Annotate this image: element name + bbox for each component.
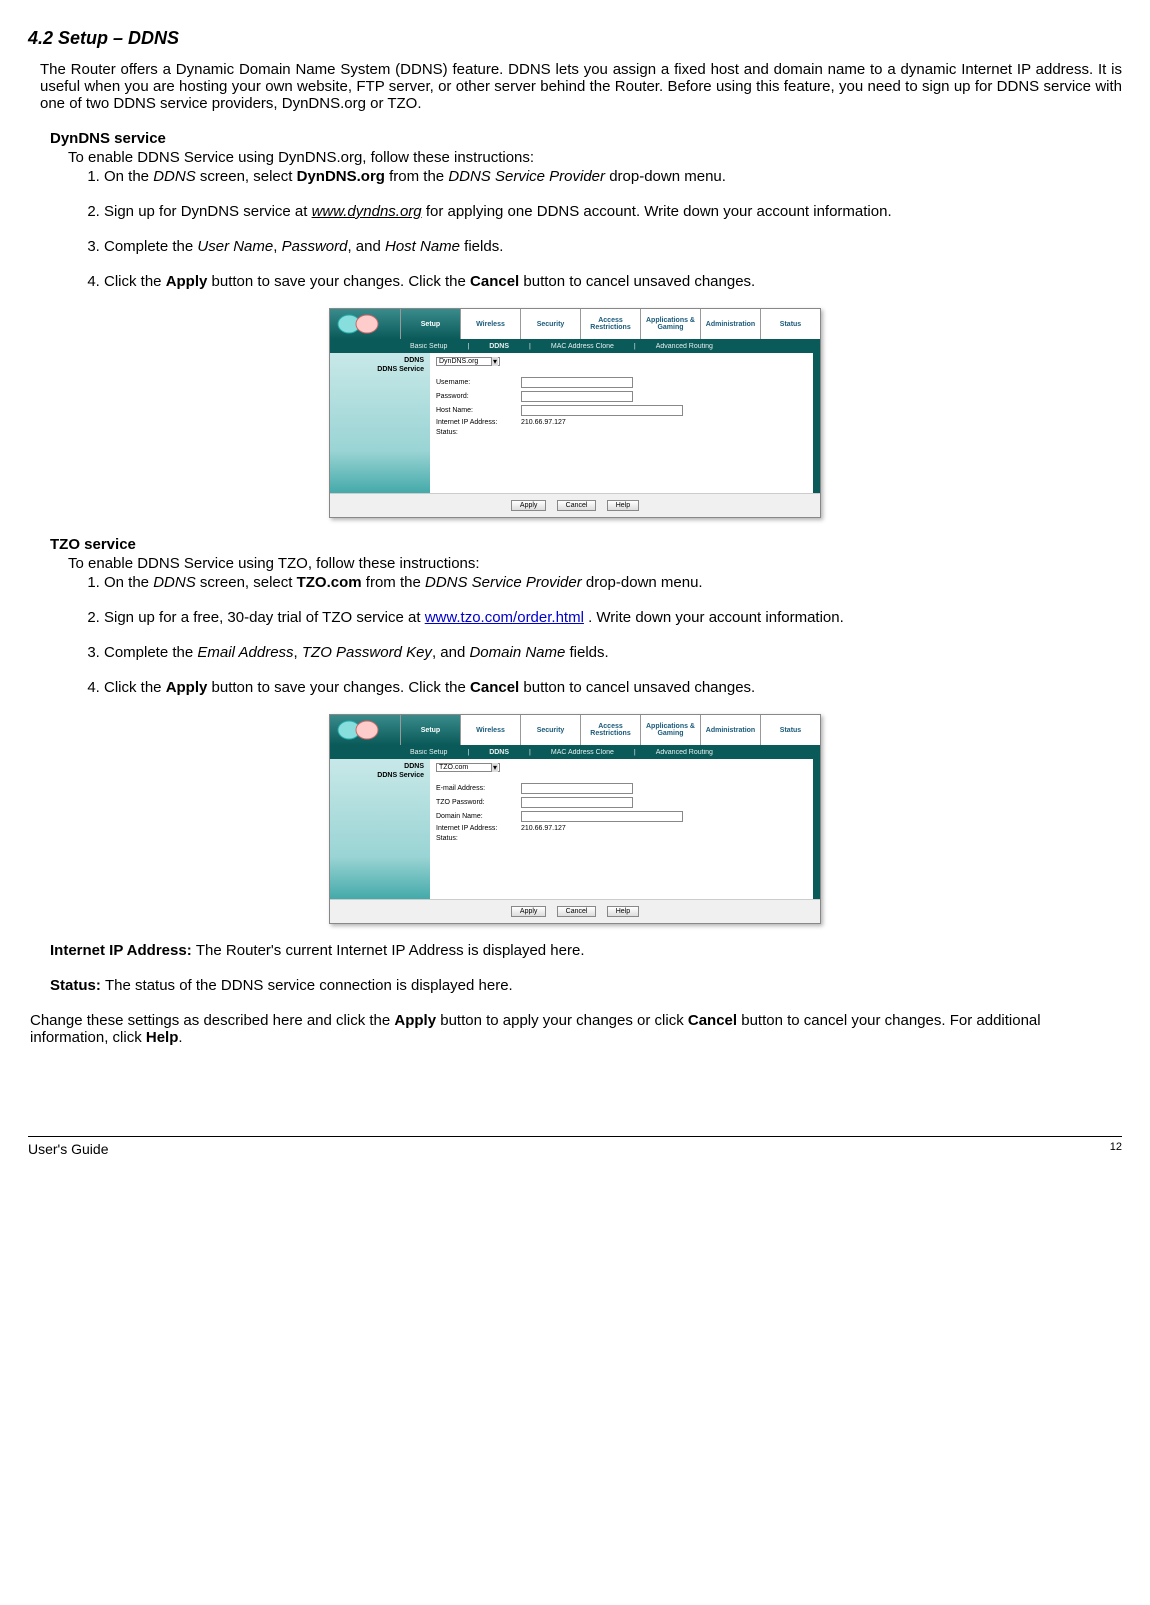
tabs: Setup Wireless Security Access Restricti… — [400, 309, 820, 339]
value-ip: 210.66.97.127 — [521, 825, 566, 832]
help-button[interactable]: Help — [607, 500, 639, 511]
tab-security[interactable]: Security — [520, 309, 580, 339]
cancel-button[interactable]: Cancel — [557, 906, 597, 917]
subnav-ddns[interactable]: DDNS — [489, 749, 509, 756]
screenshot-dyndns: Setup Wireless Security Access Restricti… — [329, 308, 821, 518]
input-password[interactable] — [521, 391, 633, 402]
subnav-mac[interactable]: MAC Address Clone — [551, 343, 614, 350]
dyndns-link[interactable]: www.dyndns.org — [312, 203, 422, 220]
side-header: DDNS — [332, 357, 424, 364]
side-label: DDNS Service — [332, 772, 424, 779]
input-hostname[interactable] — [521, 405, 683, 416]
tab-admin[interactable]: Administration — [700, 309, 760, 339]
screenshot-tzo: Setup Wireless Security Access Restricti… — [329, 714, 821, 924]
ddns-service-select[interactable]: DynDNS.org — [436, 357, 500, 366]
tab-wireless[interactable]: Wireless — [460, 715, 520, 745]
tzo-step-1: On the DDNS screen, select TZO.com from … — [104, 574, 1122, 591]
subnav-basic[interactable]: Basic Setup — [410, 343, 447, 350]
help-button[interactable]: Help — [607, 906, 639, 917]
dyndns-steps: On the DDNS screen, select DynDNS.org fr… — [88, 168, 1122, 290]
side-label: DDNS Service — [332, 366, 424, 373]
tzo-step-3: Complete the Email Address, TZO Password… — [104, 644, 1122, 661]
tzo-link[interactable]: www.tzo.com/order.html — [425, 609, 584, 626]
tab-status[interactable]: Status — [760, 309, 820, 339]
subnav: Basic Setup | DDNS | MAC Address Clone |… — [330, 745, 820, 759]
tab-apps[interactable]: Applications & Gaming — [640, 715, 700, 745]
label-tzo-password: TZO Password: — [436, 799, 511, 806]
label-username: Username: — [436, 379, 511, 386]
tab-setup[interactable]: Setup — [400, 715, 460, 745]
logo-icon — [334, 311, 384, 337]
label-email: E-mail Address: — [436, 785, 511, 792]
cancel-button[interactable]: Cancel — [557, 500, 597, 511]
tab-security[interactable]: Security — [520, 715, 580, 745]
side-header: DDNS — [332, 763, 424, 770]
tab-access[interactable]: Access Restrictions — [580, 715, 640, 745]
change-settings-para: Change these settings as described here … — [30, 1012, 1122, 1046]
subnav-routing[interactable]: Advanced Routing — [656, 343, 713, 350]
input-username[interactable] — [521, 377, 633, 388]
label-ip: Internet IP Address: — [436, 825, 511, 832]
tab-status[interactable]: Status — [760, 715, 820, 745]
dyndns-step-2: Sign up for DynDNS service at www.dyndns… — [104, 203, 1122, 220]
label-domain: Domain Name: — [436, 813, 511, 820]
tzo-instructions: To enable DDNS Service using TZO, follow… — [68, 555, 1122, 572]
tabs: Setup Wireless Security Access Restricti… — [400, 715, 820, 745]
page-number: 12 — [1110, 1141, 1122, 1157]
label-ip: Internet IP Address: — [436, 419, 511, 426]
intro-paragraph: The Router offers a Dynamic Domain Name … — [40, 61, 1122, 112]
tab-wireless[interactable]: Wireless — [460, 309, 520, 339]
tzo-steps: On the DDNS screen, select TZO.com from … — [88, 574, 1122, 696]
dyndns-instructions: To enable DDNS Service using DynDNS.org,… — [68, 149, 1122, 166]
apply-button[interactable]: Apply — [511, 500, 547, 511]
subnav: Basic Setup | DDNS | MAC Address Clone |… — [330, 339, 820, 353]
label-status: Status: — [436, 429, 511, 436]
status-desc: Status: The status of the DDNS service c… — [50, 977, 1122, 994]
footer: User's Guide 12 — [28, 1136, 1122, 1157]
value-ip: 210.66.97.127 — [521, 419, 566, 426]
footer-left: User's Guide — [28, 1141, 108, 1157]
label-hostname: Host Name: — [436, 407, 511, 414]
ddns-service-select[interactable]: TZO.com — [436, 763, 500, 772]
logo-icon — [334, 717, 384, 743]
dyndns-step-4: Click the Apply button to save your chan… — [104, 273, 1122, 290]
internet-ip-desc: Internet IP Address: The Router's curren… — [50, 942, 1122, 959]
subnav-ddns[interactable]: DDNS — [489, 343, 509, 350]
label-status: Status: — [436, 835, 511, 842]
tab-admin[interactable]: Administration — [700, 715, 760, 745]
tab-access[interactable]: Access Restrictions — [580, 309, 640, 339]
apply-button[interactable]: Apply — [511, 906, 547, 917]
tzo-title: TZO service — [50, 536, 1122, 553]
tab-setup[interactable]: Setup — [400, 309, 460, 339]
dyndns-step-3: Complete the User Name, Password, and Ho… — [104, 238, 1122, 255]
tzo-step-2: Sign up for a free, 30-day trial of TZO … — [104, 609, 1122, 626]
input-tzo-password[interactable] — [521, 797, 633, 808]
dyndns-step-1: On the DDNS screen, select DynDNS.org fr… — [104, 168, 1122, 185]
input-domain[interactable] — [521, 811, 683, 822]
tab-apps[interactable]: Applications & Gaming — [640, 309, 700, 339]
tzo-step-4: Click the Apply button to save your chan… — [104, 679, 1122, 696]
subnav-basic[interactable]: Basic Setup — [410, 749, 447, 756]
section-title: 4.2 Setup – DDNS — [28, 28, 1122, 49]
subnav-mac[interactable]: MAC Address Clone — [551, 749, 614, 756]
input-email[interactable] — [521, 783, 633, 794]
label-password: Password: — [436, 393, 511, 400]
dyndns-title: DynDNS service — [50, 130, 1122, 147]
subnav-routing[interactable]: Advanced Routing — [656, 749, 713, 756]
